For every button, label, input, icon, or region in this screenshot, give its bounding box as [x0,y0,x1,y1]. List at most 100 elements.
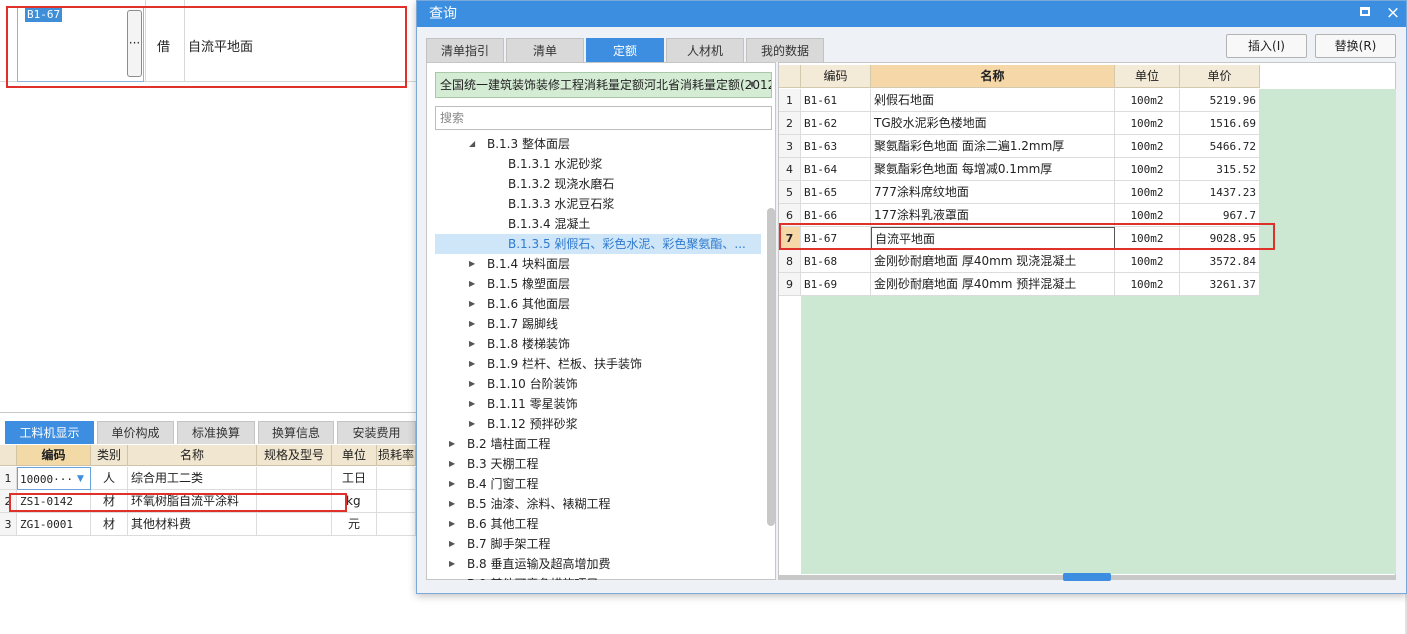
tree-node[interactable]: ▶ B.1.12 预拌砂浆 [435,414,761,434]
tree-node[interactable]: B.1.3.4 混凝土 [435,214,761,234]
tree-node[interactable]: ▶ B.2 墙柱面工程 [435,434,761,454]
row-unit[interactable]: 100m2 [1115,250,1180,273]
collapsed-arrow-icon[interactable]: ▶ [469,254,475,274]
tab-my-data[interactable]: 我的数据 [746,38,824,62]
col-header-code[interactable]: 编码 [801,65,871,88]
tree-node[interactable]: ▶ B.7 脚手架工程 [435,534,761,554]
collapsed-arrow-icon[interactable]: ▶ [449,574,455,580]
tree-node[interactable]: B.1.3.2 现浇水磨石 [435,174,761,194]
tab-install-fee[interactable]: 安装费用 [337,421,416,444]
row-unit[interactable]: 100m2 [1115,112,1180,135]
col-header-name[interactable]: 名称 [128,445,257,466]
tree-node[interactable]: B.1.3.1 水泥砂浆 [435,154,761,174]
collapsed-arrow-icon[interactable]: ▶ [449,514,455,534]
collapsed-arrow-icon[interactable]: ▶ [469,274,475,294]
close-icon[interactable]: × [1383,2,1403,24]
row-index[interactable]: 9 [779,273,801,296]
tree-node[interactable]: ▶ B.1.9 栏杆、栏板、扶手装饰 [435,354,761,374]
row-unit[interactable]: 100m2 [1115,158,1180,181]
insert-button[interactable]: 插入(I) [1226,34,1307,58]
collapsed-arrow-icon[interactable]: ▶ [449,534,455,554]
row-name[interactable]: 聚氨酯彩色地面 每增减0.1mm厚 [871,158,1115,181]
row-price[interactable]: 3261.37 [1180,273,1260,296]
tree-node[interactable]: ▶ B.1.10 台阶装饰 [435,374,761,394]
tree-node[interactable]: ▶ B.1.5 橡塑面层 [435,274,761,294]
collapsed-arrow-icon[interactable]: ▶ [469,374,475,394]
row-price[interactable]: 1516.69 [1180,112,1260,135]
collapsed-arrow-icon[interactable]: ▶ [469,414,475,434]
dialog-titlebar[interactable]: 查询 × [417,1,1406,27]
collapsed-arrow-icon[interactable]: ▶ [469,354,475,374]
tree-node[interactable]: ▶ B.8 垂直运输及超高增加费 [435,554,761,574]
collapsed-arrow-icon[interactable]: ▶ [449,474,455,494]
expanded-arrow-icon[interactable]: ◢ [469,134,475,154]
row-code[interactable]: B1-63 [801,135,871,158]
row-index[interactable]: 8 [779,250,801,273]
tree-node[interactable]: ▶ B.6 其他工程 [435,514,761,534]
collapsed-arrow-icon[interactable]: ▶ [449,554,455,574]
tree-node[interactable]: ▶ B.1.8 楼梯装饰 [435,334,761,354]
row-unit[interactable]: 100m2 [1115,273,1180,296]
row-unit[interactable]: 100m2 [1115,89,1180,112]
row-code[interactable]: B1-65 [801,181,871,204]
row-price[interactable]: 3572.84 [1180,250,1260,273]
row-name[interactable]: 金刚砂耐磨地面 厚40mm 预拌混凝土 [871,273,1115,296]
col-header-spec[interactable]: 规格及型号 [257,445,332,466]
row-index[interactable]: 3 [779,135,801,158]
search-input[interactable]: 搜索 [435,106,772,130]
row-code[interactable]: B1-69 [801,273,871,296]
collapsed-arrow-icon[interactable]: ▶ [469,314,475,334]
col-header-type[interactable]: 类别 [91,445,128,466]
row-code[interactable]: B1-61 [801,89,871,112]
col-header-code[interactable]: 编码 [17,445,91,466]
collapsed-arrow-icon[interactable]: ▶ [449,494,455,514]
library-select[interactable]: 全国统一建筑装饰装修工程消耗量定额河北省消耗量定额(2012) [435,72,772,98]
tab-quota[interactable]: 定额 [586,38,664,62]
row-price[interactable]: 5219.96 [1180,89,1260,112]
tree-node[interactable]: ▶ B.9 其他可竞争措施项目 [435,574,761,580]
chevron-down-icon[interactable]: ▼ [749,80,755,89]
row-unit[interactable]: 100m2 [1115,135,1180,158]
row-code[interactable]: B1-62 [801,112,871,135]
tree-node[interactable]: ▶ B.1.6 其他面层 [435,294,761,314]
tab-price-composition[interactable]: 单价构成 [97,421,174,444]
tree-node[interactable]: B.1.3.3 水泥豆石浆 [435,194,761,214]
tab-standard-conversion[interactable]: 标准换算 [177,421,255,444]
tree-node[interactable]: ▶ B.3 天棚工程 [435,454,761,474]
row-index[interactable]: 5 [779,181,801,204]
col-header-loss[interactable]: 损耗率 [377,445,416,466]
tree-node[interactable]: ▶ B.1.4 块料面层 [435,254,761,274]
row-name[interactable]: 金刚砂耐磨地面 厚40mm 现浇混凝土 [871,250,1115,273]
replace-button[interactable]: 替换(R) [1315,34,1396,58]
row-index[interactable]: 4 [779,158,801,181]
collapsed-arrow-icon[interactable]: ▶ [469,394,475,414]
tree-node[interactable]: ▶ B.1.11 零星装饰 [435,394,761,414]
tree-node[interactable]: ▶ B.1.7 踢脚线 [435,314,761,334]
row-price[interactable]: 1437.23 [1180,181,1260,204]
collapsed-arrow-icon[interactable]: ▶ [449,454,455,474]
collapsed-arrow-icon[interactable]: ▶ [449,434,455,454]
col-header-unit[interactable]: 单位 [1115,65,1180,88]
collapsed-arrow-icon[interactable]: ▶ [469,334,475,354]
tree-scrollbar[interactable] [767,208,775,526]
col-header-price[interactable]: 单价 [1180,65,1260,88]
tab-labor-material-machine[interactable]: 人材机 [666,38,744,62]
tab-bill-guide[interactable]: 清单指引 [426,38,504,62]
list-scroll-thumb[interactable] [1063,573,1111,581]
row-name[interactable]: 剁假石地面 [871,89,1115,112]
row-name[interactable]: TG胶水泥彩色楼地面 [871,112,1115,135]
chevron-down-icon[interactable]: ▼ [77,468,84,489]
row-name[interactable]: 777涂料席纹地面 [871,181,1115,204]
row-code[interactable]: B1-68 [801,250,871,273]
tree-node[interactable]: ▶ B.4 门窗工程 [435,474,761,494]
row-price[interactable]: 5466.72 [1180,135,1260,158]
row-unit[interactable]: 100m2 [1115,181,1180,204]
tab-resource-display[interactable]: 工料机显示 [5,421,94,444]
col-header-name[interactable]: 名称 [871,65,1115,88]
code-dropdown[interactable]: 10000··· ▼ [17,467,91,490]
row-price[interactable]: 315.52 [1180,158,1260,181]
row-index[interactable]: 2 [779,112,801,135]
maximize-icon[interactable] [1360,7,1370,16]
row-code[interactable]: ZG1-0001 [17,513,91,536]
tree-node[interactable]: ◢ B.1.3 整体面层 [435,134,761,154]
